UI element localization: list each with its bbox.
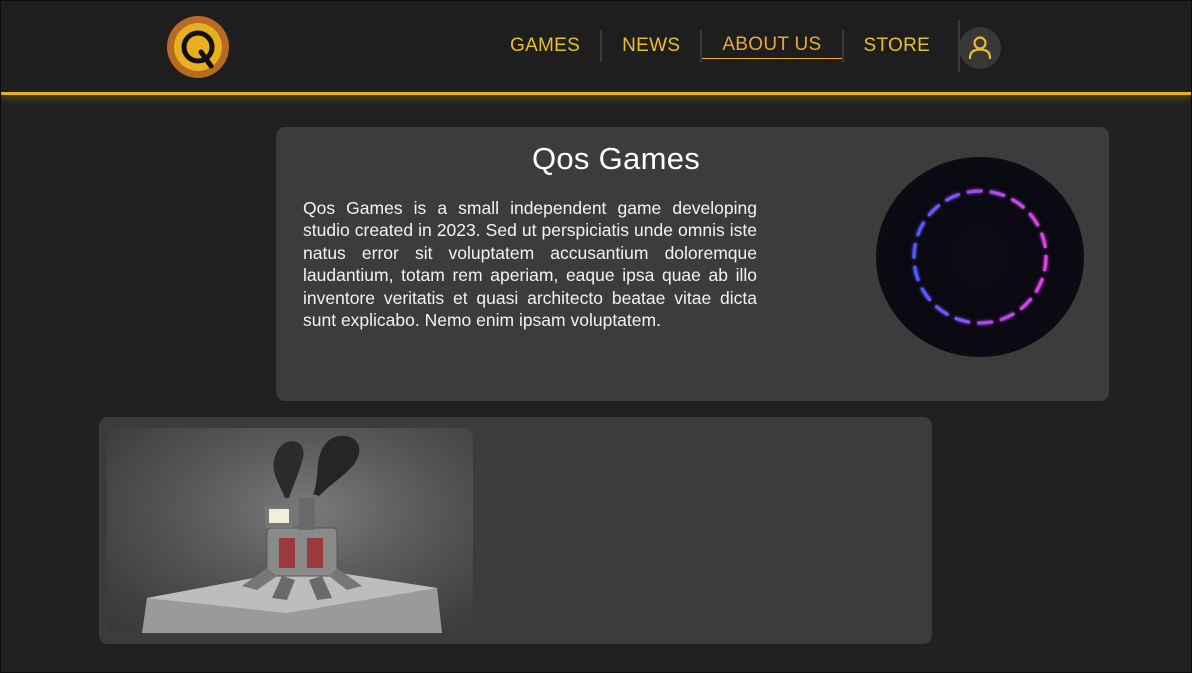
nav-news[interactable]: NEWS [602,34,700,58]
media-card [99,417,932,644]
about-card: Qos Games Qos Games is a small independe… [276,127,1109,401]
nav-about-us[interactable]: ABOUT US [702,33,842,59]
robot-render-illustration [142,435,442,633]
nav-games[interactable]: GAMES [490,34,600,58]
user-icon [968,36,992,60]
qos-logo-icon [174,23,222,71]
qos-logo[interactable] [167,16,229,78]
about-title: Qos Games [531,141,701,176]
top-navbar: GAMES NEWS ABOUT US STORE [0,0,1192,95]
main-nav: GAMES NEWS ABOUT US STORE [490,20,961,72]
about-description: Qos Games is a small independent game de… [303,198,757,331]
robot-render-image [107,428,473,633]
nav-store[interactable]: STORE [844,34,951,58]
dashed-ring-icon [912,189,1048,325]
user-account-button[interactable] [959,27,1001,69]
loading-orb-graphic [876,157,1084,357]
